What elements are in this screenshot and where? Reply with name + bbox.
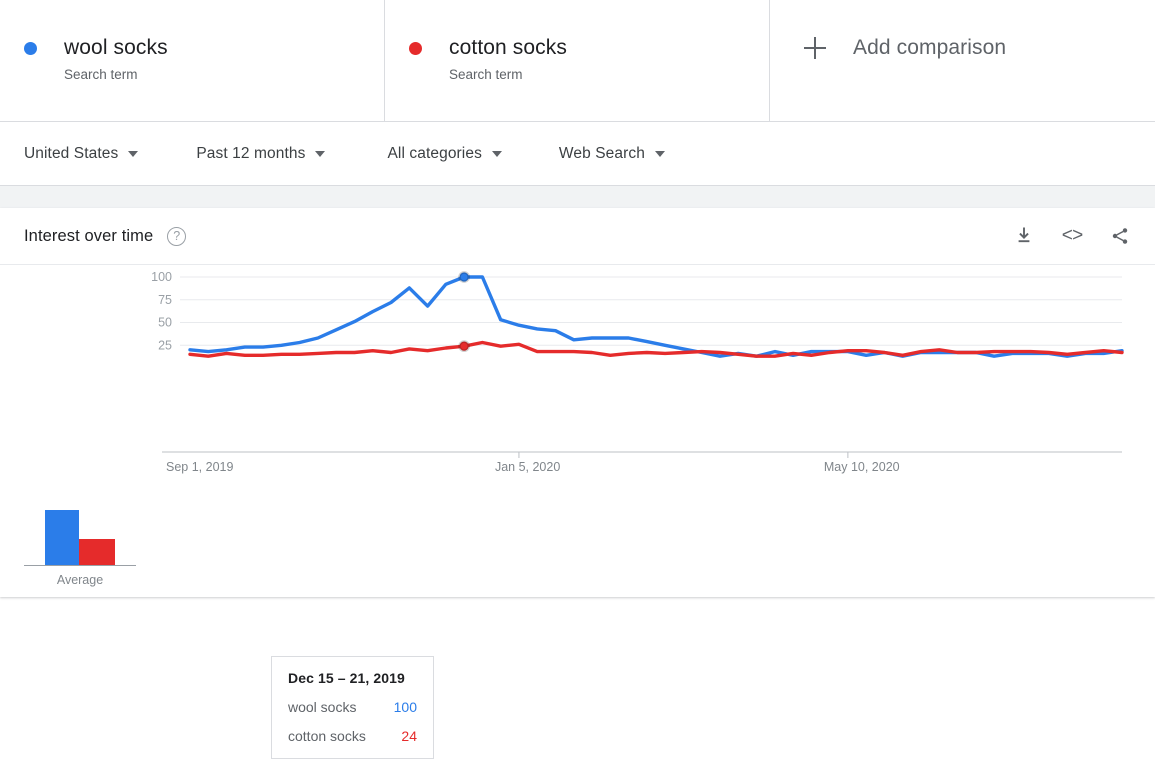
embed-code-glyph: <> <box>1061 225 1084 247</box>
chevron-down-icon <box>654 150 665 157</box>
tooltip-row-wool: wool socks 100 <box>288 699 417 715</box>
tooltip-date: Dec 15 – 21, 2019 <box>288 670 405 686</box>
filter-search-type[interactable]: Web Search <box>559 145 665 163</box>
chart-series <box>188 275 1124 358</box>
chart-tooltip: Dec 15 – 21, 2019 wool socks 100 cotton … <box>271 656 434 759</box>
search-term-title: cotton socks <box>449 36 567 59</box>
search-terms-bar: wool socks Search term cotton socks Sear… <box>0 0 1155 122</box>
interest-over-time-card: Interest over time ? <> Average 25 50 75… <box>0 208 1155 759</box>
svg-text:50: 50 <box>158 316 172 330</box>
search-term-subtitle: Search term <box>449 67 523 82</box>
chart-y-axis-labels: 25 50 75 100 <box>151 270 172 352</box>
embed-code-icon[interactable]: <> <box>1059 223 1085 249</box>
help-circle-icon[interactable]: ? <box>167 226 187 246</box>
filter-time-range[interactable]: Past 12 months <box>196 144 326 163</box>
search-term-card-2[interactable]: cotton socks Search term <box>385 0 770 121</box>
chart-highlight-markers <box>458 271 471 353</box>
filter-bar: United States Past 12 months All categor… <box>0 122 1155 186</box>
chevron-down-icon <box>128 150 139 157</box>
filter-time-range-label: Past 12 months <box>196 144 306 162</box>
tooltip-series-name: cotton socks <box>288 728 366 744</box>
svg-text:25: 25 <box>158 338 172 352</box>
svg-text:100: 100 <box>151 270 172 284</box>
chart-x-axis-labels: Sep 1, 2019 Jan 5, 2020 May 10, 2020 <box>166 452 900 474</box>
chart-body: Average 25 50 75 100 Sep 1, 2019 Jan 5, 2020… <box>0 265 1155 759</box>
page-title: Interest over time <box>24 226 154 245</box>
blue-dot-icon <box>24 41 37 55</box>
tooltip-row-cotton: cotton socks 24 <box>288 728 417 744</box>
red-dot-icon <box>409 41 422 55</box>
search-term-subtitle: Search term <box>64 67 138 82</box>
share-icon[interactable] <box>1107 223 1133 249</box>
svg-text:Sep 1, 2019: Sep 1, 2019 <box>166 460 233 474</box>
chevron-down-icon <box>491 150 502 157</box>
svg-text:Jan 5, 2020: Jan 5, 2020 <box>495 460 560 474</box>
search-term-title-row: cotton socks <box>409 36 769 60</box>
search-term-card-1[interactable]: wool socks Search term <box>0 0 385 121</box>
search-term-title: wool socks <box>64 36 168 59</box>
interest-over-time-line-chart[interactable]: 25 50 75 100 Sep 1, 2019 Jan 5, 2020 May 10, … <box>0 265 1155 597</box>
svg-text:May 10, 2020: May 10, 2020 <box>824 460 900 474</box>
add-comparison-card[interactable]: Add comparison <box>770 0 1155 121</box>
chevron-down-icon <box>315 150 326 157</box>
filter-category[interactable]: All categories <box>387 144 502 163</box>
filter-location[interactable]: United States <box>24 144 139 163</box>
add-comparison-label: Add comparison <box>853 36 1007 59</box>
add-comparison-button[interactable]: Add comparison <box>804 36 1155 60</box>
filter-category-label: All categories <box>387 144 482 162</box>
tooltip-series-name: wool socks <box>288 699 357 715</box>
plus-icon <box>804 37 826 59</box>
filter-location-label: United States <box>24 144 119 162</box>
svg-text:75: 75 <box>158 293 172 307</box>
filter-search-type-label: Web Search <box>558 144 645 162</box>
tooltip-series-value: 100 <box>393 699 417 715</box>
download-icon[interactable] <box>1011 223 1037 249</box>
card-header: Interest over time ? <> <box>0 208 1155 265</box>
tooltip-series-value: 24 <box>401 728 417 744</box>
section-divider <box>0 186 1155 208</box>
card-actions: <> <box>1011 223 1133 249</box>
search-term-title-row: wool socks <box>24 36 384 60</box>
